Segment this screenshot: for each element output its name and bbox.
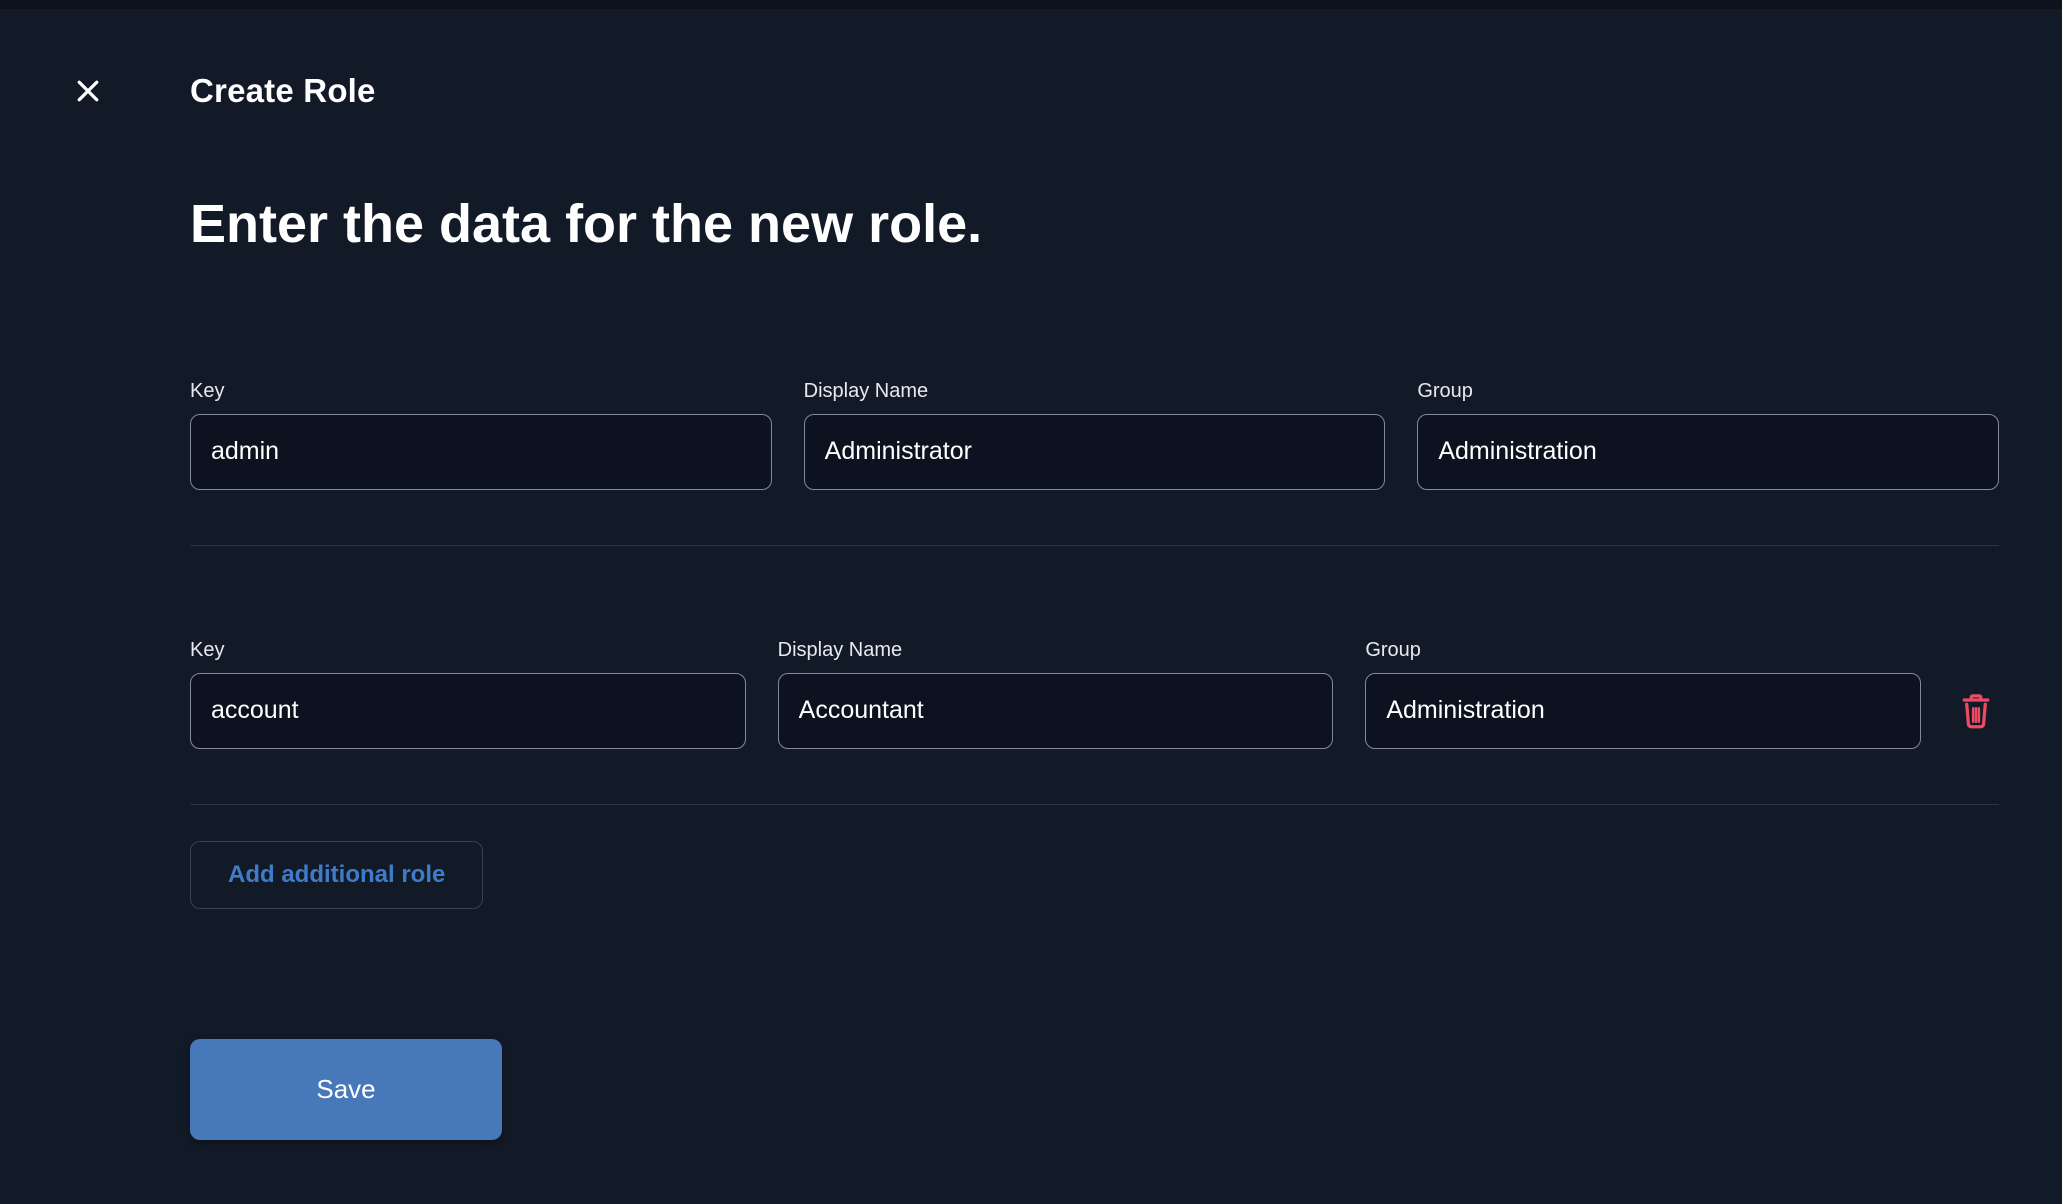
modal-header: Create Role: [68, 71, 1999, 111]
delete-cell: [1953, 687, 1999, 733]
field-group-2: Group: [1365, 638, 1922, 749]
divider-2: [190, 803, 1999, 805]
field-group-1: Group: [1417, 379, 2000, 490]
create-role-modal: Create Role Enter the data for the new r…: [0, 0, 2062, 1204]
trash-icon: [1962, 693, 1990, 728]
display-name-input-1[interactable]: [803, 413, 1386, 490]
key-label-2: Key: [190, 638, 225, 661]
role-row-1: Key Display Name Group: [190, 379, 2000, 490]
field-key-1: Key: [190, 379, 772, 490]
add-additional-role-button[interactable]: Add additional role: [190, 840, 484, 909]
group-label-1: Group: [1417, 379, 1473, 402]
key-input-1[interactable]: [190, 413, 772, 490]
field-display-name-2: Display Name: [777, 638, 1334, 749]
modal-content: Enter the data for the new role. Key Dis…: [190, 191, 2000, 1140]
delete-role-button[interactable]: [1957, 687, 1995, 733]
page-title: Create Role: [190, 72, 376, 109]
display-name-label-2: Display Name: [777, 638, 903, 661]
close-button[interactable]: [68, 71, 108, 111]
top-strip: [0, 0, 2062, 9]
key-label-1: Key: [190, 379, 225, 402]
display-name-input-2[interactable]: [777, 672, 1334, 749]
divider-1: [190, 544, 1999, 546]
field-display-name-1: Display Name: [803, 379, 1386, 490]
field-key-2: Key: [190, 638, 746, 749]
save-button[interactable]: Save: [190, 1038, 502, 1140]
group-label-2: Group: [1365, 638, 1421, 661]
close-icon: [77, 80, 99, 102]
display-name-label-1: Display Name: [803, 379, 929, 402]
role-row-2: Key Display Name Group: [190, 638, 1999, 749]
group-input-2[interactable]: [1365, 672, 1922, 749]
group-input-1[interactable]: [1417, 413, 2000, 490]
form-heading: Enter the data for the new role.: [190, 194, 983, 254]
key-input-2[interactable]: [190, 672, 746, 749]
